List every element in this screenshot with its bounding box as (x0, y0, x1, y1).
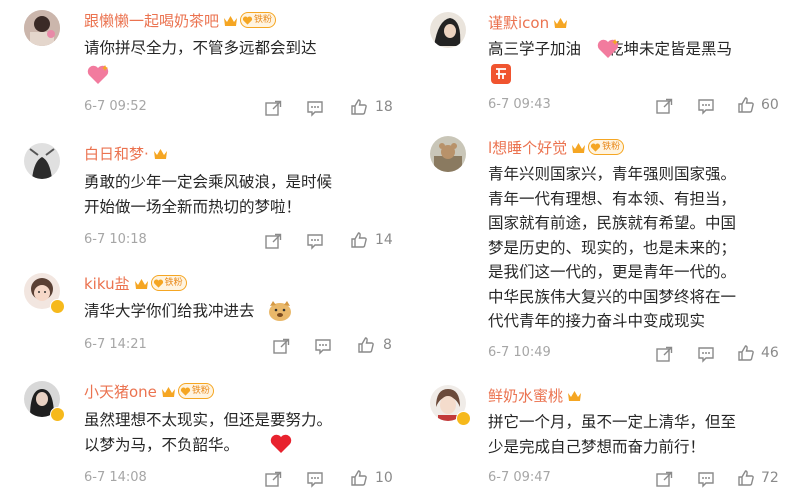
share-icon[interactable] (264, 232, 282, 250)
avatar[interactable] (24, 10, 60, 46)
comment-icon[interactable] (697, 470, 715, 488)
like-icon[interactable] (350, 98, 368, 116)
cheer-emoji-icon (491, 64, 511, 84)
username[interactable]: l想睡个好觉 (488, 137, 567, 158)
avatar[interactable] (24, 143, 60, 179)
share-icon[interactable] (272, 337, 290, 355)
like-count: 8 (383, 337, 392, 353)
avatar-image (430, 12, 466, 48)
heart-badge-icon (180, 387, 191, 396)
comment-text: 青年兴则国家兴，青年强则国家强。 青年一代有理想、有本领、有担当， 国家就有前途… (488, 165, 737, 330)
comment-icon[interactable] (306, 232, 324, 250)
username[interactable]: kiku盐 (84, 273, 130, 294)
username[interactable]: 鲜奶水蜜桃 (488, 385, 563, 406)
like-icon[interactable] (350, 231, 368, 249)
comment-icon[interactable] (697, 345, 715, 363)
fan-crown-icon (568, 390, 582, 401)
fan-crown-icon (224, 15, 238, 26)
like-count: 10 (375, 470, 393, 486)
comment-text: 清华大学你们给我冲进去 (84, 302, 255, 320)
timestamp: 6-7 14:08 (84, 470, 147, 485)
comment-icon[interactable] (306, 99, 324, 117)
like-count: 18 (375, 99, 393, 115)
like-icon[interactable] (350, 469, 368, 487)
avatar[interactable] (430, 12, 466, 48)
doge-emoji-icon (269, 301, 291, 321)
share-icon[interactable] (655, 345, 673, 363)
username[interactable]: 白日和梦· (84, 143, 149, 164)
fan-crown-icon (554, 17, 568, 28)
heart-emoji-icon (597, 39, 619, 58)
comment-text: 勇敢的少年一定会乘风破浪，是时候 开始做一场全新而热切的梦啦！ (84, 173, 333, 216)
timestamp: 6-7 10:49 (488, 345, 551, 360)
timestamp: 6-7 09:43 (488, 97, 551, 112)
heart-emoji-icon (87, 65, 109, 84)
fan-badge: 铁粉 (240, 12, 277, 28)
verified-badge (456, 411, 471, 426)
verified-badge (50, 299, 65, 314)
comment-icon[interactable] (697, 97, 715, 115)
username[interactable]: 谨默icon (488, 12, 549, 33)
fan-badge: 铁粉 (150, 275, 187, 291)
fan-crown-icon (134, 278, 148, 289)
avatar[interactable] (430, 136, 466, 172)
share-icon[interactable] (264, 99, 282, 117)
fan-badge: 铁粉 (588, 139, 625, 155)
share-icon[interactable] (655, 97, 673, 115)
fan-crown-icon (572, 142, 586, 153)
avatar-image (24, 143, 60, 179)
red-heart-emoji-icon (270, 434, 292, 453)
timestamp: 6-7 09:52 (84, 99, 147, 114)
timestamp: 6-7 09:47 (488, 470, 551, 485)
verified-badge (50, 407, 65, 422)
share-icon[interactable] (655, 470, 673, 488)
comment-text: 虽然理想不太现实，但还是要努力。 以梦为马，不负韶华。 (84, 411, 333, 454)
like-count: 72 (761, 470, 779, 486)
comment-icon[interactable] (314, 337, 332, 355)
timestamp: 6-7 10:18 (84, 232, 147, 247)
avatar-image (430, 136, 466, 172)
like-icon[interactable] (737, 96, 755, 114)
like-count: 46 (761, 345, 779, 361)
like-icon[interactable] (357, 336, 375, 354)
timestamp: 6-7 14:21 (84, 337, 147, 352)
like-icon[interactable] (737, 344, 755, 362)
comment-text: 拼它一个月，虽不一定上清华，但至 少是完成自己梦想而奋力前行！ (488, 413, 737, 456)
fan-badge: 铁粉 (177, 383, 214, 399)
heart-badge-icon (242, 16, 253, 25)
comment-text: 请你拼尽全力，不管多远都会到达 (84, 39, 317, 57)
username[interactable]: 跟懒懒一起喝奶茶吧 (84, 10, 219, 31)
like-count: 14 (375, 232, 393, 248)
fan-crown-icon (161, 386, 175, 397)
username[interactable]: 小天猪one (84, 381, 157, 402)
fan-crown-icon (153, 148, 167, 159)
column-divider (401, 0, 409, 492)
heart-badge-icon (591, 143, 601, 152)
heart-badge-icon (153, 279, 163, 288)
comment-icon[interactable] (306, 470, 324, 488)
like-count: 60 (761, 97, 779, 113)
share-icon[interactable] (264, 470, 282, 488)
avatar-image (24, 10, 60, 46)
like-icon[interactable] (737, 469, 755, 487)
